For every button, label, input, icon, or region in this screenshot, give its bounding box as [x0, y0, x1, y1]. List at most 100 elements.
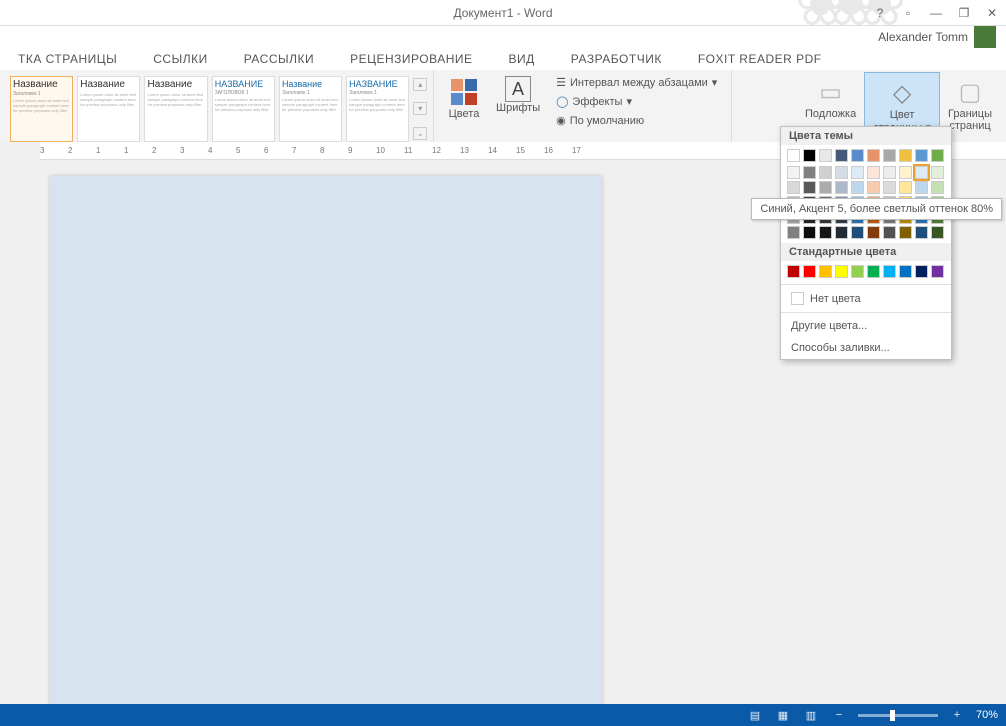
color-swatch[interactable] [931, 166, 944, 179]
chevron-down-icon: ▾ [712, 76, 718, 89]
color-swatch[interactable] [835, 265, 848, 278]
tab-3[interactable]: РЕЦЕНЗИРОВАНИЕ [332, 52, 490, 66]
color-swatch[interactable] [803, 149, 816, 162]
tab-5[interactable]: РАЗРАБОТЧИК [553, 52, 680, 66]
print-layout-icon[interactable]: ▦ [774, 709, 792, 722]
read-mode-icon[interactable]: ▤ [746, 709, 764, 722]
color-swatch[interactable] [915, 181, 928, 194]
color-swatch[interactable] [803, 166, 816, 179]
color-swatch[interactable] [883, 181, 896, 194]
gallery-expand[interactable]: ⌄ [413, 127, 427, 140]
theme-colors-row [781, 145, 951, 166]
colors-button[interactable]: Цвета [440, 72, 488, 124]
document-page[interactable] [50, 176, 602, 704]
zoom-level[interactable]: 70% [976, 709, 998, 721]
color-swatch[interactable] [803, 181, 816, 194]
zoom-out-button[interactable]: − [830, 709, 848, 721]
paragraph-spacing-button[interactable]: ☰Интервал между абзацами▾ [556, 76, 717, 89]
color-swatch[interactable] [867, 265, 880, 278]
style-thumb-2[interactable]: НазваниеLorem ipsum dolor sit amet text … [144, 76, 207, 142]
color-swatch[interactable] [931, 149, 944, 162]
color-swatch[interactable] [883, 166, 896, 179]
color-swatch[interactable] [915, 265, 928, 278]
color-swatch[interactable] [883, 265, 896, 278]
gallery-scroll-down[interactable]: ▾ [413, 102, 427, 115]
color-swatch[interactable] [835, 166, 848, 179]
gallery-scroll-up[interactable]: ▴ [413, 78, 427, 91]
no-color-item[interactable]: Нет цвета [781, 287, 951, 310]
color-swatch[interactable] [899, 166, 912, 179]
color-swatch[interactable] [931, 226, 944, 239]
color-swatch[interactable] [787, 181, 800, 194]
style-thumb-0[interactable]: НазваниеЗаголовок 1Lorem ipsum dolor sit… [10, 76, 73, 142]
zoom-slider[interactable] [858, 714, 938, 717]
watermark-icon: ▭ [815, 76, 847, 108]
color-swatch[interactable] [915, 166, 928, 179]
color-swatch[interactable] [899, 181, 912, 194]
color-swatch[interactable] [819, 166, 832, 179]
help-button[interactable]: ? [866, 0, 894, 26]
color-swatch[interactable] [851, 166, 864, 179]
zoom-in-button[interactable]: + [948, 709, 966, 721]
color-swatch[interactable] [851, 149, 864, 162]
tab-6[interactable]: FOXIT READER PDF [680, 52, 840, 66]
minimize-button[interactable]: — [922, 0, 950, 26]
colors-icon [451, 79, 477, 105]
restore-button[interactable]: ❐ [950, 0, 978, 26]
color-swatch[interactable] [787, 149, 800, 162]
color-swatch[interactable] [915, 226, 928, 239]
color-swatch[interactable] [787, 226, 800, 239]
color-swatch[interactable] [787, 166, 800, 179]
user-avatar[interactable] [974, 26, 996, 48]
set-default-button[interactable]: ◉По умолчанию [556, 114, 717, 127]
watermark-button[interactable]: ▭ Подложка [797, 72, 864, 124]
color-swatch[interactable] [867, 226, 880, 239]
style-thumb-1[interactable]: НазваниеLorem ipsum dolor sit amet text … [77, 76, 140, 142]
tab-1[interactable]: ССЫЛКИ [135, 52, 225, 66]
color-swatch[interactable] [787, 265, 800, 278]
color-swatch[interactable] [819, 149, 832, 162]
color-swatch[interactable] [899, 265, 912, 278]
color-swatch[interactable] [867, 181, 880, 194]
page-color-dropdown: Цвета темы Стандартные цвета Нет цвета Д… [780, 126, 952, 360]
tab-0[interactable]: ТКА СТРАНИЦЫ [0, 52, 135, 66]
color-swatch[interactable] [931, 265, 944, 278]
color-swatch[interactable] [851, 226, 864, 239]
tab-2[interactable]: РАССЫЛКИ [226, 52, 332, 66]
color-swatch[interactable] [899, 149, 912, 162]
user-name[interactable]: Alexander Tomm [878, 30, 968, 44]
color-swatch[interactable] [915, 149, 928, 162]
color-swatch[interactable] [819, 226, 832, 239]
ribbon-display-button[interactable]: ▫ [894, 0, 922, 26]
color-swatch[interactable] [835, 226, 848, 239]
color-swatch[interactable] [867, 149, 880, 162]
fill-effects-item[interactable]: Способы заливки... [781, 337, 951, 359]
color-swatch[interactable] [803, 265, 816, 278]
color-swatch[interactable] [819, 181, 832, 194]
color-swatch[interactable] [819, 265, 832, 278]
web-layout-icon[interactable]: ▥ [802, 709, 820, 722]
color-swatch[interactable] [883, 149, 896, 162]
color-swatch[interactable] [835, 181, 848, 194]
fonts-button[interactable]: A Шрифты [488, 72, 548, 118]
color-swatch[interactable] [899, 226, 912, 239]
color-swatch[interactable] [851, 265, 864, 278]
style-thumb-3[interactable]: НАЗВАНИЕЗАГОЛОВОК 1Lorem ipsum dolor sit… [212, 76, 275, 142]
color-swatch[interactable] [835, 149, 848, 162]
close-button[interactable]: ✕ [978, 0, 1006, 26]
effects-button[interactable]: ◯Эффекты▾ [556, 95, 717, 108]
tab-4[interactable]: ВИД [491, 52, 553, 66]
style-thumb-4[interactable]: НазваниеЗаголовок 1Lorem ipsum dolor sit… [279, 76, 342, 142]
style-thumb-5[interactable]: НАЗВАНИЕЗаголовок 1Lorem ipsum dolor sit… [346, 76, 409, 142]
color-swatch[interactable] [883, 226, 896, 239]
spacing-icon: ☰ [556, 76, 566, 89]
document-formatting-gallery[interactable]: НазваниеЗаголовок 1Lorem ipsum dolor sit… [6, 72, 413, 146]
color-swatch[interactable] [803, 226, 816, 239]
borders-icon: ▢ [954, 76, 986, 108]
color-swatch[interactable] [867, 166, 880, 179]
more-colors-item[interactable]: Другие цвета... [781, 315, 951, 337]
ribbon-tabs: ТКА СТРАНИЦЫССЫЛКИРАССЫЛКИРЕЦЕНЗИРОВАНИЕ… [0, 48, 1006, 70]
zoom-thumb[interactable] [890, 710, 895, 721]
color-swatch[interactable] [931, 181, 944, 194]
color-swatch[interactable] [851, 181, 864, 194]
